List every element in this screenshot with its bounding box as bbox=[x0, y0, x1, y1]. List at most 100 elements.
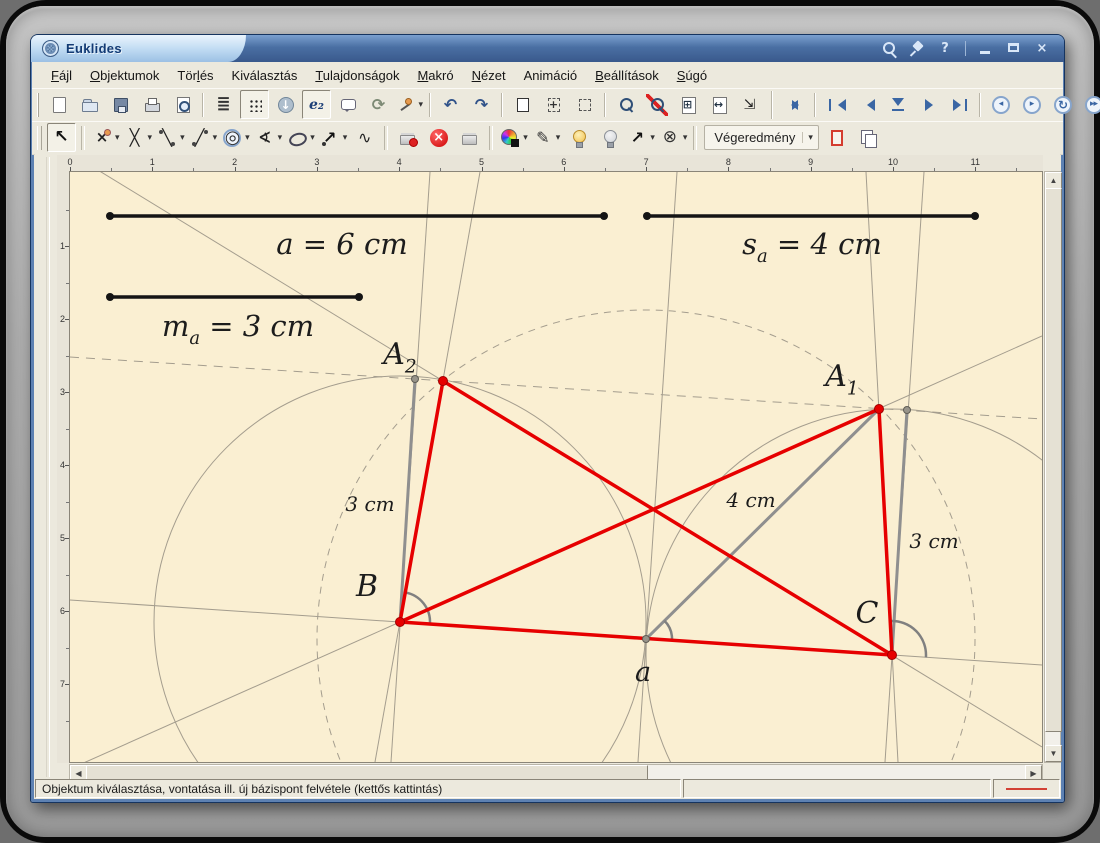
redo-button[interactable]: ↷ bbox=[467, 90, 496, 119]
undo-button[interactable]: ↶ bbox=[436, 90, 465, 119]
point-A1[interactable] bbox=[875, 405, 884, 414]
anim-last-button[interactable] bbox=[945, 90, 974, 119]
redraw-button[interactable]: ⟳ bbox=[364, 90, 393, 119]
label-ma-given[interactable]: ma = 3 cm bbox=[162, 309, 314, 349]
circle-B-radius-3cm[interactable] bbox=[154, 376, 646, 762]
point-tool-button[interactable]: ×▾ bbox=[90, 123, 121, 152]
gravity-button[interactable]: ↓ bbox=[271, 90, 300, 119]
copy-button[interactable] bbox=[854, 123, 883, 152]
menu-tulajdonsagok[interactable]: Tulajdonságok bbox=[306, 64, 408, 87]
menu-fajl[interactable]: Fájl bbox=[42, 64, 81, 87]
select-area-button[interactable] bbox=[508, 90, 537, 119]
help-button[interactable]: ? bbox=[932, 39, 958, 58]
zoom-in-button[interactable] bbox=[611, 90, 640, 119]
segment-tool-button[interactable]: ╱▾ bbox=[188, 123, 219, 152]
fit-page-button[interactable]: ⊞ bbox=[673, 90, 702, 119]
segment-sa-given-endpoint[interactable] bbox=[971, 212, 979, 220]
circle-tool-button[interactable]: ◎▾ bbox=[220, 123, 251, 152]
measure-segment-F-A1[interactable] bbox=[646, 409, 879, 639]
anim-prev-button[interactable] bbox=[852, 90, 881, 119]
area-off-button[interactable] bbox=[570, 90, 599, 119]
show-button[interactable] bbox=[563, 123, 592, 152]
label-B[interactable]: B bbox=[355, 569, 378, 604]
circle-C-radius-3cm[interactable] bbox=[646, 409, 1042, 762]
invisible-button[interactable]: ⊗▾ bbox=[658, 123, 689, 152]
animate-button[interactable] bbox=[780, 90, 809, 119]
menu-animacio[interactable]: Animáció bbox=[515, 64, 587, 87]
e2-geometry-button[interactable]: e₂ bbox=[302, 90, 331, 119]
intersection-tool-button[interactable]: ╳▾ bbox=[123, 123, 154, 152]
triangle-side-C-A1[interactable] bbox=[879, 409, 892, 655]
angle-tool-button[interactable]: ∢▾ bbox=[253, 123, 284, 152]
scroll-up-button[interactable]: ▲ bbox=[1045, 172, 1062, 189]
vector-tool-button[interactable]: ↗▾ bbox=[318, 123, 349, 152]
fast-forward-button[interactable]: ▸▸ bbox=[1079, 90, 1100, 119]
label-a-side[interactable]: a bbox=[635, 657, 651, 688]
segment-sa-given-endpoint[interactable] bbox=[643, 212, 651, 220]
arrow-style-button[interactable]: ↗▾ bbox=[625, 123, 656, 152]
delete-all-button[interactable]: × bbox=[424, 123, 453, 152]
menu-makro[interactable]: Makró bbox=[408, 64, 462, 87]
point-A2[interactable] bbox=[439, 377, 448, 386]
title-bar[interactable]: Euklides ?× bbox=[31, 35, 1064, 62]
zoom-button[interactable] bbox=[876, 39, 902, 58]
conic-tool-button[interactable]: ▾ bbox=[285, 123, 316, 152]
segment-a-given-endpoint[interactable] bbox=[106, 212, 114, 220]
triangle-side-B-A1[interactable] bbox=[400, 409, 879, 622]
minimize-button[interactable] bbox=[973, 39, 999, 58]
menu-kivalasztas[interactable]: Kiválasztás bbox=[223, 64, 307, 87]
triangle-side-C-A2[interactable] bbox=[443, 381, 892, 655]
add-area-button[interactable]: + bbox=[539, 90, 568, 119]
pen-style-button[interactable]: ✎▾ bbox=[531, 123, 562, 152]
parallel-line-3cm[interactable] bbox=[70, 357, 1042, 419]
hide-button[interactable] bbox=[594, 123, 623, 152]
menu-nezet[interactable]: Nézet bbox=[463, 64, 515, 87]
menu-objektumok[interactable]: Objektumok bbox=[81, 64, 168, 87]
construction-steps-button[interactable] bbox=[455, 123, 484, 152]
label-4cm-median[interactable]: 4 cm bbox=[725, 488, 775, 512]
step-back-button[interactable]: ◂ bbox=[986, 90, 1015, 119]
drawing-canvas[interactable]: a = 6 cmsa = 4 cmma = 3 cmA2A1BCa3 cm4 c… bbox=[69, 171, 1043, 763]
segment-a-given-endpoint[interactable] bbox=[600, 212, 608, 220]
save-button[interactable] bbox=[106, 90, 135, 119]
color-button[interactable]: ▾ bbox=[498, 123, 529, 152]
step-forward-button[interactable]: ▸ bbox=[1017, 90, 1046, 119]
label-a-given[interactable]: a = 6 cm bbox=[276, 227, 407, 261]
point-HC[interactable] bbox=[904, 407, 911, 414]
fit-width-button[interactable]: ↔ bbox=[704, 90, 733, 119]
close-button[interactable]: × bbox=[1029, 39, 1055, 58]
result-select[interactable]: Végeredmény▾ bbox=[704, 125, 818, 150]
maximize-button[interactable] bbox=[1001, 39, 1027, 58]
measure-segment-C-HC[interactable] bbox=[892, 410, 907, 655]
point-C[interactable] bbox=[888, 651, 897, 660]
base-point-button[interactable]: ▾ bbox=[395, 90, 424, 119]
line-tool-button[interactable]: ╲▾ bbox=[155, 123, 186, 152]
comment-button[interactable] bbox=[333, 90, 362, 119]
geometry-construction[interactable]: a = 6 cmsa = 4 cmma = 3 cmA2A1BCa3 cm4 c… bbox=[70, 172, 1042, 762]
label-C[interactable]: C bbox=[856, 596, 879, 631]
point-B[interactable] bbox=[396, 618, 405, 627]
menu-beallitasok[interactable]: Beállítások bbox=[586, 64, 668, 87]
anim-play-button[interactable] bbox=[914, 90, 943, 119]
frame-button[interactable] bbox=[823, 123, 852, 152]
print-preview-button[interactable] bbox=[168, 90, 197, 119]
label-A2[interactable]: A2 bbox=[380, 337, 417, 377]
label-A1[interactable]: A1 bbox=[822, 359, 859, 399]
loop-button[interactable]: ↻ bbox=[1048, 90, 1077, 119]
label-3cm-left[interactable]: 3 cm bbox=[345, 492, 394, 516]
shrink-button[interactable]: ⇲ bbox=[735, 90, 764, 119]
vertical-scrollbar[interactable]: ▲ ▼ bbox=[1044, 171, 1061, 763]
select-tool-button[interactable]: ↖ bbox=[47, 123, 76, 152]
anim-first-button[interactable] bbox=[821, 90, 850, 119]
segment-ma-given-endpoint[interactable] bbox=[106, 293, 114, 301]
delete-step-button[interactable] bbox=[393, 123, 422, 152]
print-button[interactable] bbox=[137, 90, 166, 119]
grid-button[interactable] bbox=[240, 90, 269, 119]
new-file-button[interactable] bbox=[44, 90, 73, 119]
anim-stop-button[interactable] bbox=[883, 90, 912, 119]
menu-torles[interactable]: Törlés bbox=[168, 64, 222, 87]
scroll-down-button[interactable]: ▼ bbox=[1045, 745, 1062, 762]
curve-tool-button[interactable]: ∿ bbox=[350, 123, 379, 152]
label-3cm-right[interactable]: 3 cm bbox=[909, 529, 958, 553]
open-file-button[interactable] bbox=[75, 90, 104, 119]
